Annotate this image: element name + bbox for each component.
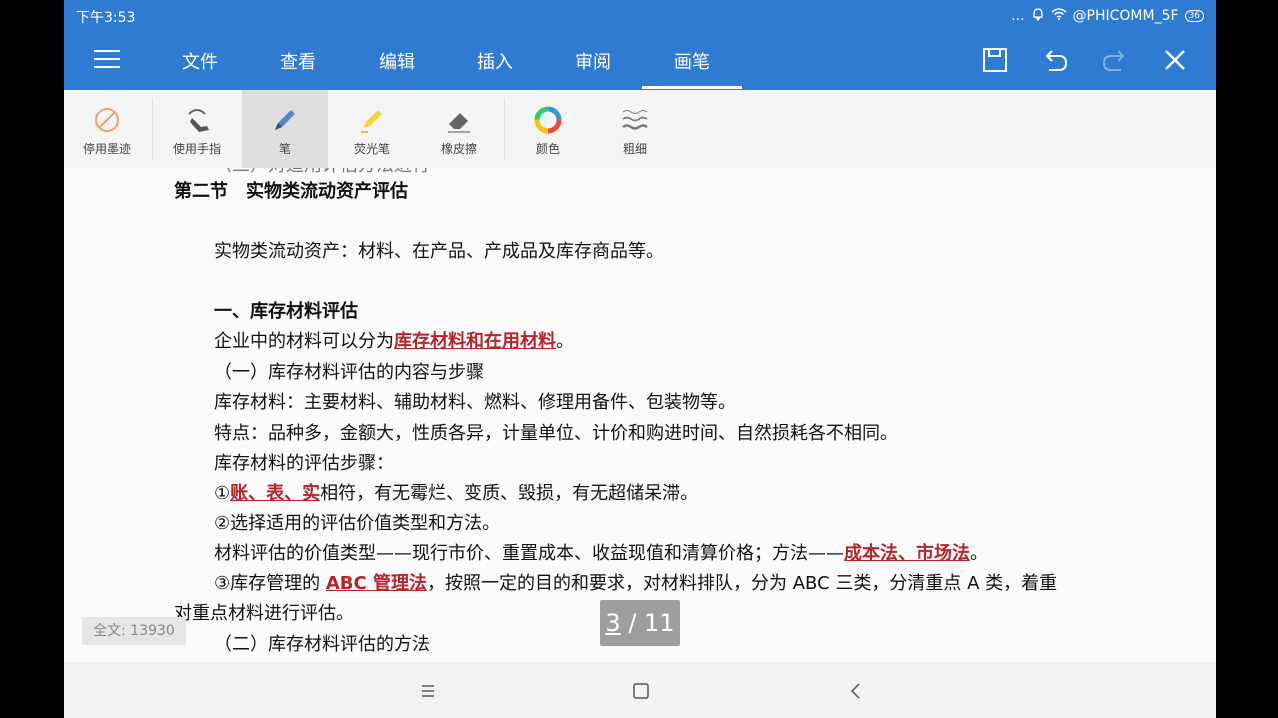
subheading: （二）库存材料评估的方法 bbox=[214, 634, 430, 655]
pen-button[interactable]: 笔 bbox=[242, 90, 328, 168]
eraser-button[interactable]: 橡皮擦 bbox=[416, 90, 502, 168]
hamburger-menu-icon[interactable] bbox=[94, 50, 120, 70]
paragraph: 材料评估的价值类型——现行市价、重置成本、收益现值和清算价格；方法——成本法、市… bbox=[214, 543, 988, 564]
disable-ink-icon bbox=[91, 104, 123, 136]
pen-toolbar: 停用墨迹 使用手指 笔 荧光笔 橡皮擦 颜色 粗细 bbox=[64, 90, 1216, 169]
status-bar: 下午3:53 ... @PHICOMM_5F 36 bbox=[64, 0, 1216, 30]
paragraph: 企业中的材料可以分为库存材料和在用材料。 bbox=[214, 331, 574, 352]
recent-apps-icon[interactable] bbox=[417, 680, 439, 702]
color-wheel-icon bbox=[532, 104, 564, 136]
status-right: ... @PHICOMM_5F 36 bbox=[1011, 7, 1204, 25]
page-indicator[interactable]: 3 / 11 bbox=[600, 600, 680, 646]
heading: 一、库存材料评估 bbox=[214, 301, 358, 322]
home-icon[interactable] bbox=[630, 680, 652, 702]
thickness-icon bbox=[619, 104, 651, 136]
disable-ink-button[interactable]: 停用墨迹 bbox=[64, 90, 150, 168]
word-count-badge: 全文: 13930 bbox=[82, 617, 186, 645]
paragraph: 特点：品种多，金额大，性质各异，计量单位、计价和购进时间、自然损耗各不相同。 bbox=[214, 423, 898, 444]
highlighter-icon bbox=[356, 104, 388, 136]
annotated-text: 账、表、实 bbox=[230, 483, 321, 504]
system-nav-bar bbox=[64, 662, 1216, 718]
wifi-icon bbox=[1051, 8, 1067, 24]
paragraph: 库存材料的评估步骤： bbox=[214, 453, 394, 474]
annotated-text: 库存材料和在用材料 bbox=[394, 331, 556, 352]
paragraph: ③库存管理的 ABC 管理法，按照一定的目的和要求，对材料排队，分为 ABC 三… bbox=[214, 573, 1058, 594]
subheading: （一）库存材料评估的内容与步骤 bbox=[214, 362, 484, 383]
section-title: 第二节 实物类流动资产评估 bbox=[174, 181, 408, 202]
back-icon[interactable] bbox=[845, 680, 867, 702]
toolbar-divider bbox=[152, 98, 153, 160]
paragraph: ②选择适用的评估价值类型和方法。 bbox=[214, 513, 501, 534]
redo-icon[interactable] bbox=[1099, 44, 1131, 76]
save-icon[interactable] bbox=[979, 44, 1011, 76]
tab-review[interactable]: 审阅 bbox=[553, 48, 633, 74]
highlighter-button[interactable]: 荧光笔 bbox=[329, 90, 415, 168]
finger-icon bbox=[181, 104, 213, 136]
annotated-text: 成本法、市场法 bbox=[844, 543, 970, 564]
paragraph: 对重点材料进行评估。 bbox=[174, 603, 354, 624]
tab-edit[interactable]: 编辑 bbox=[357, 48, 437, 74]
document-page[interactable]: （三）对适用评估方法进行 第二节 实物类流动资产评估 实物类流动资产：材料、在产… bbox=[64, 168, 1216, 662]
paragraph: 库存材料：主要材料、辅助材料、燃料、修理用备件、包装物等。 bbox=[214, 392, 736, 413]
use-finger-button[interactable]: 使用手指 bbox=[154, 90, 240, 168]
paragraph: ①账、表、实相符，有无霉烂、变质、毁损，有无超储呆滞。 bbox=[214, 483, 699, 504]
color-button[interactable]: 颜色 bbox=[505, 90, 591, 168]
tab-view[interactable]: 查看 bbox=[258, 48, 338, 74]
network-name: @PHICOMM_5F bbox=[1072, 8, 1179, 24]
more-dots: ... bbox=[1011, 8, 1025, 24]
eraser-icon bbox=[443, 104, 475, 136]
battery-icon: 36 bbox=[1184, 10, 1204, 22]
cut-off-line: （三）对适用评估方法进行 bbox=[214, 168, 430, 178]
close-icon[interactable] bbox=[1159, 44, 1191, 76]
paragraph: 实物类流动资产：材料、在产品、产成品及库存商品等。 bbox=[214, 241, 664, 262]
alarm-icon bbox=[1031, 7, 1045, 25]
annotated-text: ABC 管理法 bbox=[325, 573, 427, 594]
app-bar: 文件 查看 编辑 插入 审阅 画笔 bbox=[64, 30, 1216, 90]
pen-icon bbox=[269, 104, 301, 136]
app-screen: 下午3:53 ... @PHICOMM_5F 36 文件 查看 编辑 插入 审阅… bbox=[64, 0, 1216, 718]
tab-file[interactable]: 文件 bbox=[160, 48, 240, 74]
thickness-button[interactable]: 粗细 bbox=[592, 90, 678, 168]
tab-insert[interactable]: 插入 bbox=[455, 48, 535, 74]
tab-pen[interactable]: 画笔 bbox=[642, 48, 742, 89]
undo-icon[interactable] bbox=[1039, 44, 1071, 76]
status-time: 下午3:53 bbox=[76, 10, 136, 26]
